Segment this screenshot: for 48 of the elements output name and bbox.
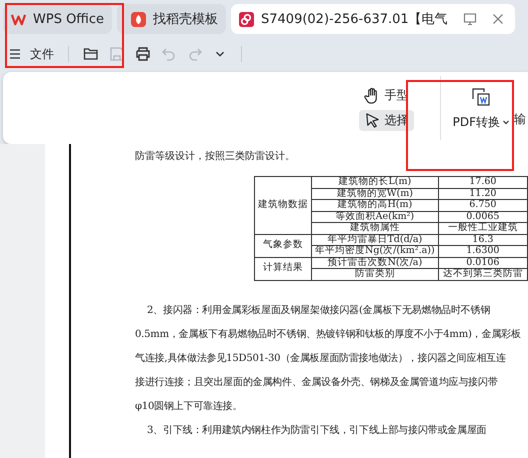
close-icon[interactable] bbox=[490, 12, 505, 26]
folder-icon bbox=[83, 46, 99, 62]
table-cell: 16.3 bbox=[438, 234, 528, 246]
table-cell: 1.6300 bbox=[438, 246, 528, 257]
leaf-icon bbox=[131, 12, 146, 26]
ribbon-label: 输 bbox=[514, 110, 527, 128]
table-cell: 年平均密度Ng(次/(km².a)) bbox=[312, 246, 438, 257]
save-icon bbox=[109, 46, 125, 62]
paragraph-text: 3、引下线：利用建筑内钢柱作为防雷引下线，引下线上部与接闪带或金属屋面 bbox=[146, 424, 488, 438]
table-cell: 建筑物的长L(m) bbox=[312, 176, 438, 188]
paragraph-text: 气连接,具体做法参见15D501-30（金属板屋面防雷接地做法），接闪器之间应相互连 bbox=[135, 352, 507, 366]
table-cell: 一般性工业建筑 bbox=[438, 222, 528, 234]
table-cell: 6.750 bbox=[438, 200, 528, 211]
table-cell: 0.0065 bbox=[438, 211, 528, 222]
caret-icon bbox=[502, 118, 510, 126]
pdf-convert-button[interactable]: PDF转换 bbox=[440, 72, 514, 144]
table-cell: 年平均雷暴日Td(d/a) bbox=[312, 234, 438, 246]
table-cell: 建筑物的宽W(m) bbox=[312, 188, 438, 200]
undo-icon bbox=[161, 46, 177, 62]
paragraph-text: 0.5mm，金属板下有易燃物品时不锈钢、热镀锌钢和钛板的厚度不小于4mm)，金属彩板 bbox=[135, 328, 522, 342]
table-cell: 预计雷击次数N(次/a) bbox=[312, 257, 438, 268]
print-icon bbox=[135, 46, 151, 62]
convert-to-word-icon bbox=[470, 86, 492, 108]
table-cell: 建筑物属性 bbox=[312, 222, 438, 234]
redo-icon bbox=[187, 46, 203, 62]
menu-icon bbox=[8, 47, 22, 61]
file-menu[interactable]: 文件 bbox=[6, 46, 56, 62]
paragraph-text: φ10圆钢上下可靠连接。 bbox=[135, 400, 244, 414]
table-cell: 11.20 bbox=[438, 188, 528, 200]
paragraph-text: 2、接闪器：利用金属彩板屋面及钢屋架做接闪器(金属板下无易燃物品时不锈钢 bbox=[146, 304, 492, 318]
table-cell: 17.60 bbox=[438, 176, 528, 188]
table-cell: 气象参数 bbox=[254, 234, 312, 257]
paragraph-text: 接进行连接；且突出屋面的金属构件、金属设备外壳、钢梯及金属管道均应与接闪带 bbox=[135, 376, 499, 390]
table-cell: 建筑物数据 bbox=[254, 176, 312, 234]
tab[interactable]: 找稻壳模板 bbox=[117, 4, 226, 34]
table-cell: 等效面积Ae(km²) bbox=[312, 211, 438, 222]
document-logo-icon bbox=[239, 12, 254, 26]
table-cell: 达不到第三类防雷 bbox=[438, 268, 528, 280]
table-cell: 防雷类别 bbox=[312, 268, 438, 280]
tab[interactable]: S7409(02)-256-637.01【电气 bbox=[231, 4, 515, 34]
tab[interactable]: WPS Office bbox=[3, 4, 112, 34]
table-cell: 0.0106 bbox=[438, 257, 528, 268]
table-cell: 计算结果 bbox=[254, 257, 312, 280]
monitor-icon[interactable] bbox=[462, 12, 477, 26]
logo-icon bbox=[11, 12, 26, 26]
cursor-icon bbox=[364, 112, 381, 129]
table-cell: 建筑物的高H(m) bbox=[312, 200, 438, 211]
paragraph-text: 防雷等级设计，按照三类防雷设计。 bbox=[135, 150, 296, 164]
